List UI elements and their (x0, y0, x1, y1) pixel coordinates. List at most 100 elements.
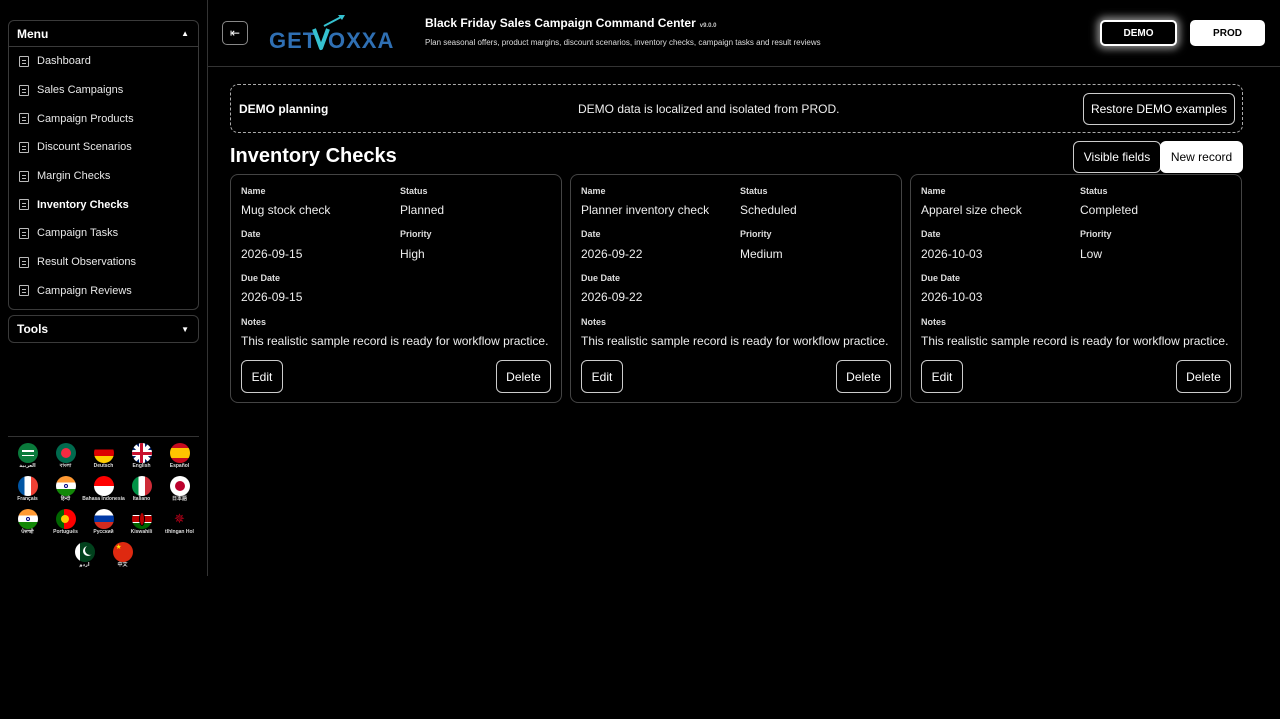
priority-label: Priority (740, 229, 772, 239)
restore-demo-button[interactable]: Restore DEMO examples (1083, 93, 1235, 125)
date-label: Date (241, 229, 261, 239)
language-bengali[interactable]: বাংলা (47, 443, 85, 476)
bangladesh-flag-icon (55, 443, 76, 463)
italy-flag-icon (131, 476, 152, 496)
sidebar-item-campaign-products[interactable]: Campaign Products (9, 104, 198, 133)
sidebar-item-dashboard[interactable]: Dashboard (9, 47, 198, 76)
japan-flag-icon (169, 476, 190, 496)
pakistan-flag-icon (74, 542, 95, 562)
language-english[interactable]: English (123, 443, 161, 476)
document-icon (19, 227, 29, 239)
collapse-sidebar-button[interactable]: ⇤ (222, 21, 248, 45)
sidebar-item-campaign-tasks[interactable]: Campaign Tasks (9, 219, 198, 248)
language-label: اردو (79, 562, 90, 568)
status-value: Scheduled (740, 203, 797, 217)
sidebar-item-inventory-checks[interactable]: Inventory Checks (9, 190, 198, 219)
language-french[interactable]: Français (9, 476, 47, 509)
delete-button[interactable]: Delete (836, 360, 891, 393)
document-icon (19, 141, 29, 153)
language-chinese[interactable]: ★ 中文 (104, 542, 142, 575)
sidebar-item-label: Campaign Products (37, 112, 134, 125)
russia-flag-icon (93, 509, 114, 529)
document-icon (19, 199, 29, 211)
kenya-flag-icon (131, 509, 152, 529)
language-german[interactable]: Deutsch (85, 443, 123, 476)
banner-message: DEMO data is localized and isolated from… (578, 102, 840, 116)
language-spanish[interactable]: Español (161, 443, 199, 476)
menu-header[interactable]: Menu ▲ (9, 21, 198, 47)
new-record-button[interactable]: New record (1160, 141, 1243, 173)
language-label: 中文 (117, 562, 128, 568)
priority-label: Priority (400, 229, 432, 239)
sidebar-item-campaign-reviews[interactable]: Campaign Reviews (9, 277, 198, 306)
sidebar-item-discount-scenarios[interactable]: Discount Scenarios (9, 133, 198, 162)
france-flag-icon (17, 476, 38, 496)
sidebar-item-label: Result Observations (37, 256, 137, 269)
name-label: Name (581, 186, 606, 196)
language-hindi[interactable]: हिन्दी (47, 476, 85, 509)
tools-toggle[interactable]: Tools ▼ (8, 315, 199, 343)
status-value: Planned (400, 203, 445, 217)
language-klingon[interactable]: ✵ tlhIngan Hol (161, 509, 199, 542)
app-subtitle: Plan seasonal offers, product margins, d… (425, 38, 821, 47)
svg-text:GET: GET (269, 28, 317, 53)
document-icon (19, 55, 29, 67)
sidebar-item-result-observations[interactable]: Result Observations (9, 248, 198, 277)
visible-fields-button[interactable]: Visible fields (1073, 141, 1161, 173)
name-label: Name (241, 186, 266, 196)
language-swahili[interactable]: Kiswahili (123, 509, 161, 542)
demo-environment-button[interactable]: DEMO (1100, 20, 1177, 46)
sidebar-item-margin-checks[interactable]: Margin Checks (9, 162, 198, 191)
name-label: Name (921, 186, 946, 196)
date-label: Date (921, 229, 941, 239)
indonesia-flag-icon (93, 476, 114, 496)
edit-button[interactable]: Edit (241, 360, 283, 393)
language-arabic[interactable]: العربية (9, 443, 47, 476)
document-icon (19, 256, 29, 268)
delete-button[interactable]: Delete (1176, 360, 1231, 393)
language-italian[interactable]: Italiano (123, 476, 161, 509)
language-portuguese[interactable]: Português (47, 509, 85, 542)
notes-label: Notes (921, 317, 947, 327)
due-date-value: 2026-09-15 (241, 290, 303, 304)
due-date-label: Due Date (241, 273, 281, 283)
status-value: Completed (1080, 203, 1139, 217)
language-japanese[interactable]: 日本語 (161, 476, 199, 509)
priority-value: Low (1080, 247, 1103, 261)
document-icon (19, 170, 29, 182)
language-indonesian[interactable]: Bahasa Indonesia (82, 476, 125, 509)
language-russian[interactable]: Русский (85, 509, 123, 542)
prod-environment-button[interactable]: PROD (1190, 20, 1265, 46)
language-label: हिन्दी (60, 496, 71, 502)
language-urdu[interactable]: اردو (66, 542, 104, 575)
app-title-text: Black Friday Sales Campaign Command Cent… (425, 16, 696, 30)
status-label: Status (740, 186, 768, 196)
language-label: বাংলা (59, 463, 72, 469)
language-label: ਪੰਜਾਬੀ (21, 529, 34, 535)
sidebar-item-sales-campaigns[interactable]: Sales Campaigns (9, 76, 198, 105)
date-value: 2026-09-22 (581, 247, 643, 261)
name-value: Planner inventory check (581, 203, 710, 217)
notes-label: Notes (241, 317, 267, 327)
language-label: Bahasa Indonesia (82, 496, 125, 502)
notes-value: This realistic sample record is ready fo… (241, 334, 549, 348)
status-label: Status (400, 186, 428, 196)
language-label: Kiswahili (130, 529, 153, 535)
due-date-value: 2026-10-03 (921, 290, 983, 304)
name-value: Apparel size check (921, 203, 1022, 217)
delete-button[interactable]: Delete (496, 360, 551, 393)
sidebar-item-label: Campaign Reviews (37, 284, 132, 297)
status-label: Status (1080, 186, 1108, 196)
language-label: العربية (19, 463, 36, 469)
edit-button[interactable]: Edit (581, 360, 623, 393)
sidebar-item-label: Campaign Tasks (37, 227, 119, 240)
saudi-flag-icon (17, 443, 38, 463)
page-title: Inventory Checks (230, 145, 397, 167)
language-punjabi[interactable]: ਪੰਜਾਬੀ (9, 509, 47, 542)
edit-button[interactable]: Edit (921, 360, 963, 393)
name-value: Mug stock check (241, 203, 331, 217)
language-picker: العربية বাংলা Deutsch English Español Fr… (8, 436, 199, 575)
banner-title: DEMO planning (239, 102, 329, 116)
priority-value: High (400, 247, 425, 261)
brand-logo: GET OXXA (268, 14, 413, 54)
